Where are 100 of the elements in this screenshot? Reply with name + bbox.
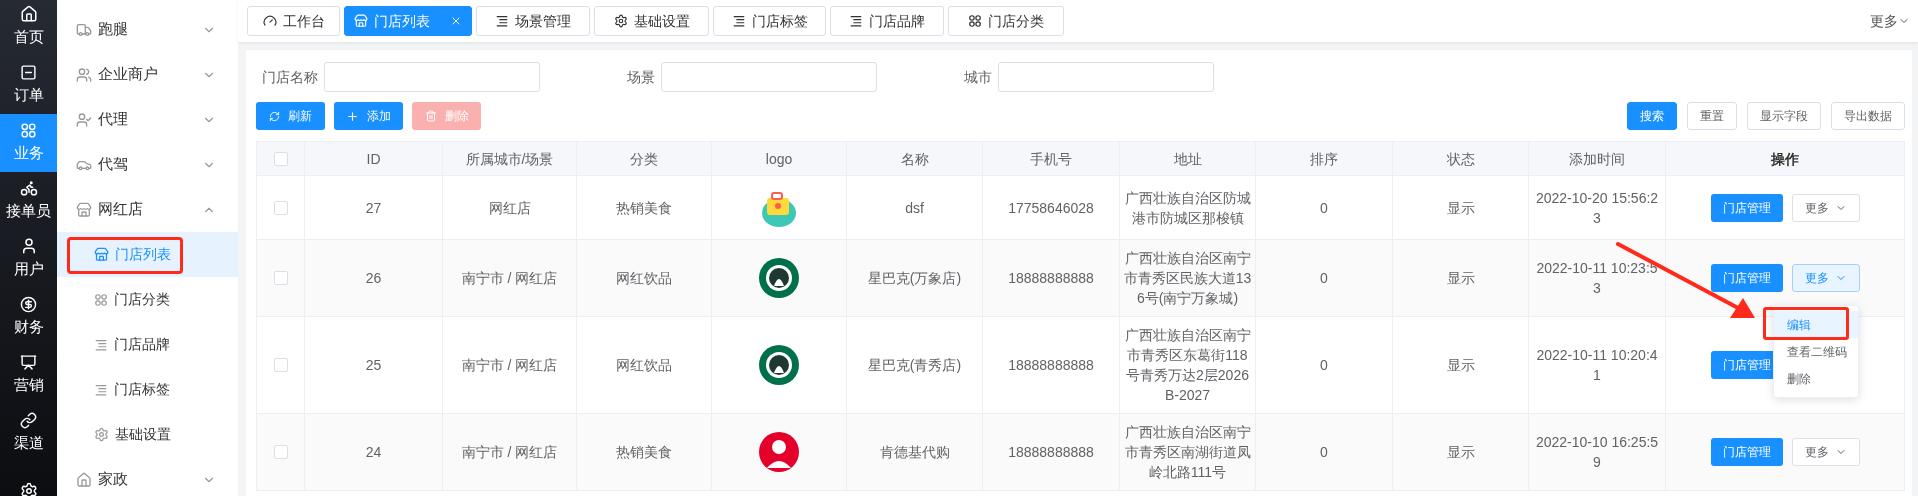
column-header: 手机号	[1030, 149, 1072, 169]
table-cell-text: 显示	[1446, 443, 1475, 462]
tab[interactable]: 门店品牌	[830, 6, 944, 36]
table-cell-text: 广西壮族自治区南宁市青秀区东葛街118号青秀万达2层2026B-2027	[1123, 326, 1252, 405]
table-cell-text: 0	[1320, 356, 1328, 375]
settings-icon	[19, 482, 38, 496]
table-cell-text: 星巴克(万象店)	[867, 269, 962, 288]
table-cell-text: 南宁市 / 网红店	[461, 269, 558, 288]
checkbox[interactable]	[273, 200, 288, 215]
store-icon	[354, 14, 368, 28]
lines-icon	[94, 382, 108, 397]
table-cell-text: 广西壮族自治区南宁市青秀区民族大道136号(南宁万象城)	[1123, 249, 1252, 308]
table-cell-text: 0	[1320, 198, 1328, 218]
submenu-item[interactable]: 门店分类	[57, 277, 238, 322]
lines-icon	[495, 14, 509, 28]
link-icon	[20, 411, 37, 429]
store-icon	[76, 201, 92, 218]
table-cell-text: 显示	[1446, 269, 1475, 288]
tab[interactable]: 基础设置	[594, 6, 709, 36]
checkbox[interactable]	[273, 271, 288, 285]
column-header: 排序	[1310, 149, 1338, 169]
table-cell-text: 肯德基代购	[879, 443, 950, 462]
close-icon[interactable]	[450, 15, 462, 27]
table-cell-text: 南宁市 / 网红店	[461, 356, 558, 375]
dots-grid-icon	[20, 121, 37, 139]
settings-icon	[613, 14, 628, 28]
submenu-item[interactable]: 基础设置	[57, 412, 238, 457]
filter-input[interactable]	[324, 62, 540, 92]
table-cell-text: 网红饮品	[616, 269, 672, 288]
menu-item[interactable]: 企业商户	[57, 52, 238, 97]
table-cell-text: 星巴克(青秀店)	[867, 356, 962, 375]
menu-item[interactable]: 代理	[57, 97, 238, 142]
filter-label: 场景	[627, 67, 655, 87]
table-cell-text: 网红饮品	[616, 356, 672, 375]
tab[interactable]: 场景管理	[476, 6, 590, 36]
tab[interactable]: 门店分类	[948, 6, 1064, 36]
toolbar-button[interactable]: 重置	[1687, 102, 1737, 130]
table-cell-text: 27	[365, 198, 382, 218]
column-header: 所属城市/场景	[465, 149, 554, 169]
lines-icon	[849, 14, 863, 28]
nav-item[interactable]: 财务	[0, 288, 57, 346]
more-button[interactable]: 更多	[1791, 438, 1860, 466]
more-button[interactable]: 更多	[1791, 193, 1860, 222]
tab[interactable]: 门店标签	[713, 6, 826, 36]
nav-item[interactable]: 营销	[0, 346, 57, 404]
table-cell-text: 网红店	[488, 198, 531, 218]
user-icon	[76, 111, 92, 128]
column-header: 地址	[1173, 149, 1202, 169]
table-cell-text: 热销美食	[616, 198, 672, 218]
table-cell-text: 热销美食	[616, 443, 672, 462]
toolbar-button[interactable]: 导出数据	[1831, 102, 1905, 130]
table-cell-text: 17758646028	[1008, 198, 1094, 218]
table-cell-text: 2022-10-20 15:56:23	[1534, 188, 1660, 228]
toolbar-button[interactable]: 显示字段	[1747, 102, 1821, 130]
table-cell-text: 0	[1320, 269, 1328, 288]
tab[interactable]: 工作台	[247, 6, 340, 36]
table-cell-text: 18888888888	[1008, 443, 1094, 462]
table-cell-text: 25	[365, 356, 382, 375]
table-cell-text: 显示	[1446, 356, 1475, 375]
store-icon	[94, 247, 109, 262]
table-cell-text: dsf	[905, 198, 924, 218]
table-cell-text: 2022-10-11 10:23:53	[1535, 259, 1659, 298]
checkbox[interactable]	[273, 445, 288, 459]
users-icon	[76, 66, 92, 83]
checkbox[interactable]	[273, 151, 288, 166]
submenu-item[interactable]: 门店标签	[57, 367, 238, 412]
column-header: 状态	[1446, 149, 1475, 169]
submenu-item[interactable]: 门店品牌	[57, 322, 238, 367]
nav-item[interactable]: 用户	[0, 230, 57, 288]
menu-item[interactable]: 代驾	[57, 142, 238, 187]
nav-item[interactable]: 渠道	[0, 404, 57, 462]
nav-item[interactable]: 接单员	[0, 172, 57, 230]
filter-input[interactable]	[661, 62, 877, 92]
settings-icon	[94, 427, 109, 442]
table-cell-text: 24	[365, 443, 382, 462]
nav-item[interactable]: 订单	[0, 56, 57, 114]
table-cell-text: 显示	[1446, 198, 1475, 218]
bike-icon	[19, 179, 38, 198]
table-cell-text: 2022-10-11 10:20:41	[1535, 346, 1659, 385]
coin-icon	[20, 295, 37, 313]
table-cell-text: 18888888888	[1008, 269, 1094, 288]
menu-item[interactable]: 家政	[57, 457, 238, 496]
house-icon	[19, 5, 38, 24]
more-tabs-button[interactable]: 更多	[1870, 10, 1910, 32]
menu-item[interactable]: 跑腿	[57, 7, 238, 52]
column-header: 添加时间	[1569, 149, 1625, 169]
column-header: 分类	[630, 149, 658, 169]
filter-input[interactable]	[998, 62, 1214, 92]
lines-icon	[94, 337, 108, 352]
checkbox[interactable]	[273, 358, 288, 372]
table-cell-text: 广西壮族自治区防城港市防城区那梭镇	[1123, 188, 1252, 228]
truck-icon	[76, 21, 92, 38]
nav-item[interactable]: 首页	[0, 0, 57, 56]
column-header: logo	[765, 149, 793, 169]
lines-icon	[731, 14, 746, 28]
menu-item[interactable]: 网红店	[57, 187, 238, 232]
dots-grid-icon	[94, 292, 108, 307]
gauge-icon	[262, 14, 277, 28]
column-header: 操作	[1771, 149, 1799, 169]
column-header: ID	[366, 149, 381, 169]
